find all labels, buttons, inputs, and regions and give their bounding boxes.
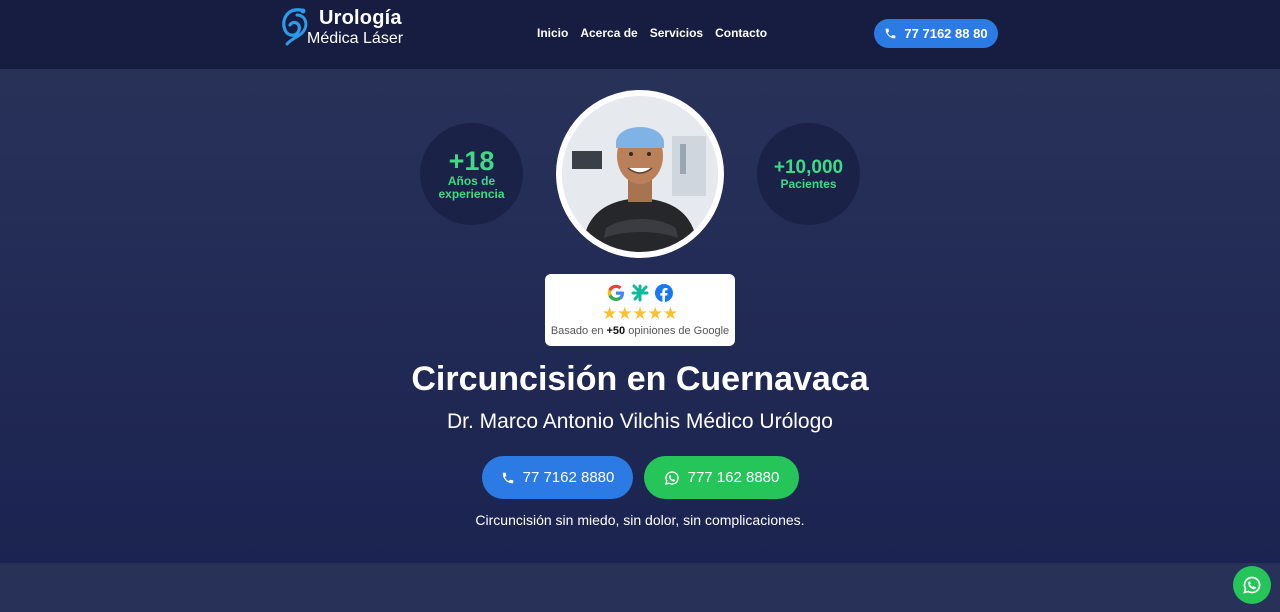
call-button[interactable]: 77 7162 8880 — [482, 456, 633, 499]
floating-whatsapp-button[interactable] — [1233, 566, 1271, 604]
tagline: Circuncisión sin miedo, sin dolor, sin c… — [475, 512, 805, 528]
whatsapp-button[interactable]: 777 162 8880 — [644, 456, 799, 499]
stat-years-label-2: experiencia — [438, 187, 505, 201]
logo[interactable]: Urología Médica Láser — [279, 6, 409, 50]
page-title: Circuncisión en Cuernavaca — [411, 360, 869, 398]
nav-acerca-de[interactable]: Acerca de — [580, 26, 637, 40]
doctoralia-icon — [631, 284, 649, 302]
stat-years-experience: +18 Años de experiencia — [420, 123, 523, 225]
phone-icon — [886, 28, 896, 39]
whatsapp-icon — [1243, 576, 1261, 594]
nav-servicios[interactable]: Servicios — [650, 26, 703, 40]
stat-years-value: +18 — [448, 146, 495, 176]
site-header: Urología Médica Láser Inicio Acerca de S… — [0, 0, 1280, 69]
main-nav: Inicio Acerca de Servicios Contacto — [537, 26, 767, 40]
reviews-caption: Basado en +50 opiniones de Google — [550, 325, 730, 337]
doctor-photo — [556, 90, 724, 258]
facebook-icon — [655, 284, 673, 302]
stat-patients: +10,000 Pacientes — [757, 123, 860, 225]
logo-subtitle: Médica Láser — [307, 30, 404, 47]
whatsapp-icon — [664, 470, 679, 485]
next-section — [0, 563, 1280, 612]
nav-contacto[interactable]: Contacto — [715, 26, 767, 40]
stat-patients-label: Pacientes — [780, 176, 837, 191]
google-icon — [607, 284, 624, 301]
nav-inicio[interactable]: Inicio — [537, 26, 568, 40]
logo-title: Urología — [319, 7, 402, 29]
doctor-illustration — [562, 96, 718, 252]
whatsapp-button-label: 777 162 8880 — [687, 469, 780, 486]
page-subtitle: Dr. Marco Antonio Vilchis Médico Urólogo — [447, 410, 833, 433]
header-phone-button[interactable]: 77 7162 88 80 — [874, 19, 998, 48]
header-phone-label: 77 7162 88 80 — [904, 26, 988, 41]
rating-stars: ★★★★★ — [601, 304, 679, 323]
reviews-card: ★★★★★ Basado en +50 opiniones de Google — [545, 274, 735, 346]
phone-icon — [502, 472, 513, 483]
stat-patients-value: +10,000 — [773, 156, 844, 178]
call-button-label: 77 7162 8880 — [522, 469, 615, 486]
